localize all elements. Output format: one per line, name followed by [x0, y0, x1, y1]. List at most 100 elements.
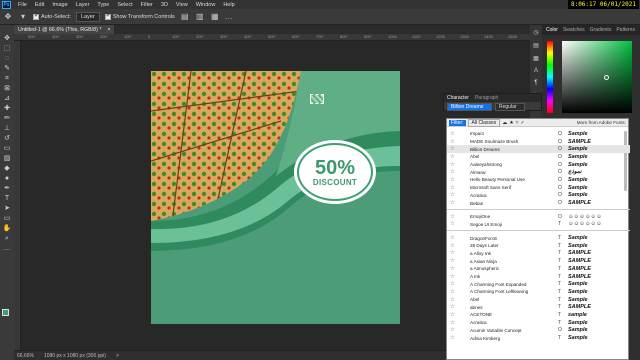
eyedropper-tool-icon[interactable]: ⊿: [2, 95, 12, 103]
favorites-filter-icon[interactable]: ★: [509, 120, 513, 126]
favorite-star-icon[interactable]: ☆: [447, 320, 458, 326]
rectangle-tool-icon[interactable]: ▭: [2, 215, 12, 223]
font-list-item[interactable]: ☆ abnes T SAMPLE: [447, 303, 630, 311]
favorite-star-icon[interactable]: ☆: [447, 304, 458, 310]
type-tool-icon[interactable]: T: [2, 195, 12, 203]
move-tool-icon[interactable]: ✥: [2, 35, 12, 43]
favorite-star-icon[interactable]: ☆: [447, 139, 458, 145]
blur-tool-icon[interactable]: ◆: [2, 165, 12, 173]
status-menu-arrow[interactable]: >: [116, 353, 119, 359]
frame-tool-icon[interactable]: ⊠: [2, 85, 12, 93]
eraser-tool-icon[interactable]: ▭: [2, 145, 12, 153]
tab-patterns[interactable]: Patterns: [616, 27, 635, 33]
font-list-item[interactable]: ☆ MADE Soulmaze Brush O SAMPLE: [447, 138, 630, 146]
document-tab[interactable]: Untitled-1 @ 66.6% (This, RGB/8) * ×: [14, 25, 115, 34]
menu-filter[interactable]: Filter: [137, 2, 157, 8]
font-list-item[interactable]: ☆ Bebas O SAMPLE: [447, 199, 630, 207]
crop-tool-icon[interactable]: ⌗: [2, 75, 12, 83]
align-right-icon[interactable]: ▦: [210, 12, 220, 22]
font-list-item[interactable]: ☆ Abel O Sample: [447, 153, 630, 161]
filter-class-select[interactable]: All Classes: [467, 118, 501, 127]
tab-gradients[interactable]: Gradients: [590, 27, 612, 33]
favorite-star-icon[interactable]: ☆: [447, 185, 458, 191]
favorite-star-icon[interactable]: ☆: [447, 221, 458, 227]
favorite-star-icon[interactable]: ☆: [447, 162, 458, 168]
tab-swatches[interactable]: Swatches: [563, 27, 585, 33]
menu-type[interactable]: Type: [93, 2, 113, 8]
font-list-item[interactable]: ☆ Almarai O نموذج: [447, 168, 630, 176]
font-list-item[interactable]: ☆ Acratica O Sample: [447, 192, 630, 200]
foreground-color-swatch[interactable]: [2, 309, 9, 316]
menu-layer[interactable]: Layer: [72, 2, 94, 8]
favorite-star-icon[interactable]: ☆: [447, 250, 458, 256]
font-list-item[interactable]: ☆ ACETONE Tsample: [447, 311, 630, 319]
layers-panel-icon[interactable]: ▤: [533, 42, 539, 49]
history-brush-tool-icon[interactable]: ↺: [2, 135, 12, 143]
favorite-star-icon[interactable]: ☆: [447, 200, 458, 206]
font-list-item[interactable]: ☆ Acratica T Sample: [447, 319, 630, 327]
vertical-ruler[interactable]: [14, 41, 21, 350]
character-panel-icon[interactable]: A: [534, 68, 538, 74]
favorite-star-icon[interactable]: ☆: [447, 169, 458, 175]
healing-brush-tool-icon[interactable]: ✚: [2, 105, 12, 113]
favorite-star-icon[interactable]: ☆: [447, 312, 458, 318]
favorite-star-icon[interactable]: ☆: [447, 289, 458, 295]
favorite-star-icon[interactable]: ☆: [447, 274, 458, 280]
lasso-tool-icon[interactable]: ◌: [2, 55, 12, 63]
dodge-tool-icon[interactable]: ●: [2, 175, 12, 183]
favorite-star-icon[interactable]: ☆: [447, 258, 458, 264]
color-picker-field[interactable]: [562, 41, 632, 113]
gradient-tool-icon[interactable]: ▨: [2, 155, 12, 163]
adobe-fonts-filter-icon[interactable]: ☁: [502, 120, 507, 126]
move-tool-icon[interactable]: ✥: [3, 12, 13, 22]
menu-window[interactable]: Window: [192, 2, 220, 8]
quick-select-tool-icon[interactable]: ✎: [2, 65, 12, 73]
properties-panel-icon[interactable]: ▦: [533, 55, 539, 62]
pen-tool-icon[interactable]: ✒: [2, 185, 12, 193]
zoom-tool-icon[interactable]: ⌕: [2, 235, 12, 243]
clone-stamp-tool-icon[interactable]: ⊥: [2, 125, 12, 133]
favorite-star-icon[interactable]: ☆: [447, 243, 458, 249]
font-list-item[interactable]: ☆ A Ink T SAMPLE: [447, 273, 630, 281]
show-transform-checkbox[interactable]: Show Transform Controls: [104, 12, 175, 20]
close-tab-icon[interactable]: ×: [107, 27, 110, 33]
favorite-star-icon[interactable]: ☆: [447, 335, 458, 341]
artboard[interactable]: [151, 71, 400, 324]
font-list-item[interactable]: ☆ Acumin Variable Concept O Sample: [447, 327, 630, 335]
more-options-button[interactable]: …: [225, 12, 233, 21]
transform-handle-icon[interactable]: [310, 94, 324, 104]
menu-file[interactable]: File: [14, 2, 31, 8]
paragraph-panel-icon[interactable]: ¶: [534, 80, 537, 86]
font-list-item[interactable]: ☆ 28 Days Later T Sample: [447, 242, 630, 250]
font-list-item[interactable]: ☆ Hello Beauty Personal Use O Sample: [447, 176, 630, 184]
font-list-item[interactable]: ☆ EmojiOne O ☺☺☺☺☺☺: [447, 213, 630, 221]
tab-color[interactable]: Color: [546, 27, 558, 33]
similar-filter-icon[interactable]: ≈: [516, 120, 519, 126]
favorite-star-icon[interactable]: ☆: [447, 192, 458, 198]
align-left-icon[interactable]: ▤: [180, 12, 190, 22]
brush-tool-icon[interactable]: ✏: [2, 115, 12, 123]
menu-image[interactable]: Image: [48, 2, 71, 8]
font-list-item[interactable]: ☆ Aaleeyahstrong O Sample: [447, 161, 630, 169]
font-list-item[interactable]: ☆ Abel T Sample: [447, 296, 630, 304]
photoshop-logo[interactable]: Ps: [2, 0, 11, 9]
favorite-star-icon[interactable]: ☆: [447, 177, 458, 183]
horizontal-ruler[interactable]: 500 400 300 200 100 0 100 200 300 400 500 600 700 800…: [14, 34, 542, 41]
font-family-input[interactable]: Billion Dreams: [447, 103, 492, 111]
favorite-star-icon[interactable]: ☆: [447, 327, 458, 333]
font-list-item[interactable]: ☆ Adina Kimberg T Sample: [447, 334, 630, 342]
font-list-item[interactable]: ☆ a Atmospheric T SAMPLE: [447, 265, 630, 273]
favorite-star-icon[interactable]: ☆: [447, 214, 458, 220]
font-list-item[interactable]: ☆ Impact O Sample: [447, 130, 630, 138]
zoom-level[interactable]: 66.66%: [17, 353, 34, 359]
menu-help[interactable]: Help: [219, 2, 238, 8]
discount-badge[interactable]: 50% DISCOUNT: [297, 143, 373, 201]
more-from-adobe-link[interactable]: More from Adobe Fonts:: [577, 120, 626, 125]
favorite-star-icon[interactable]: ☆: [447, 154, 458, 160]
menu-3d[interactable]: 3D: [157, 2, 172, 8]
favorite-star-icon[interactable]: ☆: [447, 131, 458, 137]
favorite-star-icon[interactable]: ☆: [447, 266, 458, 272]
auto-select-dropdown[interactable]: Layer: [75, 11, 100, 22]
more-tools-icon[interactable]: …: [2, 245, 12, 253]
hue-slider[interactable]: [547, 41, 553, 113]
